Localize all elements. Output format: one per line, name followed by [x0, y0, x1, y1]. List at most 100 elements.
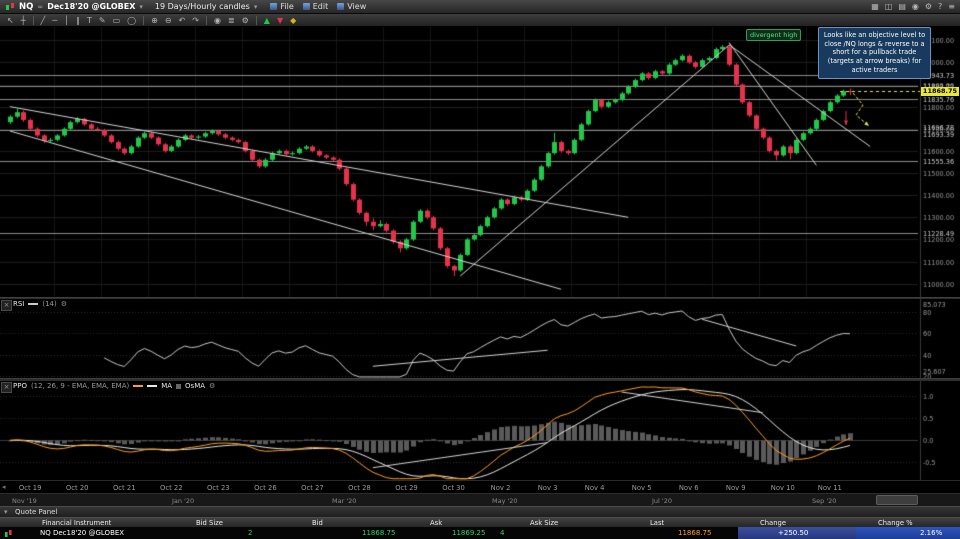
x-axis: ◂ Oct 19 Oct 20 Oct 21 Oct 22 Oct 23 Oct 26 Oc… [0, 480, 960, 493]
horizontal-line-tool-icon[interactable]: ─ [52, 14, 57, 27]
quote-panel-collapse-icon[interactable]: ▾ [4, 508, 8, 516]
instrument-name: NQ Dec18'20 @GLOBEX [40, 529, 125, 537]
x-axis-label: Oct 20 [65, 484, 89, 492]
x-axis-label: Oct 26 [254, 484, 277, 492]
x-axis-label: Nov 9 [725, 484, 746, 492]
text-tool-icon[interactable]: T [87, 14, 92, 27]
drawing-toolbar: ↖ ┼ ╱ ─ │ ∥ T ✎ ▭ ◯ ⊕ ⊖ ↶ ↷ ◉ ≣ ⚙ ▲ ▼ ◆ [0, 14, 960, 27]
ellipse-tool-icon[interactable]: ◯ [127, 14, 136, 27]
x-axis-label: Oct 30 [442, 484, 465, 492]
menu-view[interactable]: View [337, 2, 366, 11]
col-change-pct[interactable]: Change % [878, 519, 913, 527]
menu-file-icon [270, 3, 278, 10]
last-value: 11868.75 [678, 529, 712, 537]
crosshair-tool-icon[interactable]: ┼ [21, 14, 26, 27]
menu-file[interactable]: File [270, 2, 294, 11]
rsi-label: RSI [13, 300, 25, 308]
x-axis-label: Oct 19 [18, 484, 42, 492]
help-icon[interactable]: ? [938, 2, 942, 11]
col-last[interactable]: Last [650, 519, 664, 527]
col-change[interactable]: Change [760, 519, 786, 527]
x-axis-label: Oct 29 [395, 484, 418, 492]
indicator-settings-icon[interactable]: ⚙ [242, 14, 249, 27]
ppo-panel-canvas[interactable] [0, 381, 960, 480]
x-axis-label: Oct 21 [112, 484, 136, 492]
buy-marker-icon[interactable]: ▲ [264, 14, 270, 27]
new-window-icon[interactable]: ◫ [885, 2, 893, 11]
draw-tool-icon[interactable]: ✎ [99, 14, 106, 27]
vertical-line-tool-icon[interactable]: │ [64, 14, 69, 27]
menu-edit[interactable]: Edit [302, 2, 328, 11]
timeline-scroll-thumb[interactable] [876, 495, 918, 505]
channel-tool-icon[interactable]: ∥ [76, 14, 80, 27]
col-bid[interactable]: Bid [312, 519, 323, 527]
trendline-tool-icon[interactable]: ╱ [41, 14, 46, 27]
symbol-dropdown-arrow[interactable]: ▾ [139, 3, 143, 11]
timeframe-selector[interactable]: 19 Days/Hourly candles [155, 2, 250, 11]
ppo-osma-sample-icon [176, 383, 182, 389]
instrument-candle-icon [5, 530, 12, 537]
col-bid-size[interactable]: Bid Size [196, 519, 223, 527]
zoom-out-icon[interactable]: ⊖ [165, 14, 172, 27]
titlebar-right-icons: ▦ ◫ ▤ ◉ ⚙? ≡ [871, 2, 955, 11]
change-pct-cell-background [856, 527, 960, 539]
menu-bar: File Edit View [261, 2, 366, 11]
rsi-line-sample-icon [28, 303, 39, 305]
change-pct-value: 2.16% [920, 529, 943, 537]
undo-icon[interactable]: ↶ [179, 14, 186, 27]
settings-gear-icon[interactable]: ⚙ [925, 2, 932, 11]
snapshot-icon[interactable]: ◉ [912, 2, 919, 11]
timeframe-dropdown-arrow[interactable]: ▾ [254, 3, 258, 11]
symbol-label: NQ [19, 1, 34, 12]
timeline-label: Sep '20 [812, 497, 837, 505]
menu-edit-icon [302, 3, 310, 10]
divergent-high-label[interactable]: divergent high [746, 29, 802, 41]
app-menu-icon[interactable]: ≡ [948, 2, 955, 11]
menu-view-icon [337, 3, 345, 10]
menu-file-label: File [280, 2, 294, 11]
x-axis-label: Nov 11 [817, 484, 842, 492]
x-axis-label: Nov 5 [631, 484, 652, 492]
ask-size-value: 4 [500, 529, 505, 537]
rsi-settings-icon[interactable]: ⚙ [61, 300, 67, 308]
col-ask-size[interactable]: Ask Size [530, 519, 558, 527]
zoom-in-icon[interactable]: ⊕ [151, 14, 158, 27]
col-ask[interactable]: Ask [430, 519, 442, 527]
rsi-panel-canvas[interactable] [0, 299, 960, 378]
alert-icon[interactable]: ◆ [290, 14, 296, 27]
contract-label: Dec18'20 @GLOBEX [47, 2, 136, 11]
x-axis-label: Nov 6 [678, 484, 699, 492]
ppo-close-icon[interactable]: × [1, 382, 12, 393]
toolbar-separator [32, 15, 34, 25]
history-timeline-scrollbar[interactable]: Nov '19 Jan '20 Mar '20 May '20 Jul '20 Sep '… [0, 493, 960, 506]
trade-note-annotation[interactable]: Looks like an objective level to close /… [818, 27, 931, 79]
redo-icon[interactable]: ↷ [192, 14, 199, 27]
scroll-left-icon[interactable]: ◂ [2, 483, 6, 491]
layout-grid-icon[interactable]: ▦ [871, 2, 879, 11]
main-price-chart-canvas[interactable] [0, 27, 960, 297]
quote-row[interactable]: NQ Dec18'20 @GLOBEX 2 11868.75 11869.25 … [0, 527, 960, 539]
change-value: +250.50 [778, 529, 809, 537]
ppo-indicator-label: PPO (12, 26, 9 - EMA, EMA, EMA) MA OsMA … [13, 382, 215, 390]
x-axis-label: Oct 23 [207, 484, 230, 492]
ppo-ma-sample-icon [147, 385, 158, 387]
ppo-label: PPO [13, 382, 27, 390]
camera-icon[interactable]: ◉ [214, 14, 221, 27]
col-financial-instrument[interactable]: Financial Instrument [42, 519, 111, 527]
ppo-settings-icon[interactable]: ⚙ [209, 382, 215, 390]
quote-panel-header[interactable]: ▾ Quote Panel [0, 506, 960, 517]
layers-icon[interactable]: ≣ [228, 14, 235, 27]
print-icon[interactable]: ▤ [898, 2, 906, 11]
x-axis-label: Oct 28 [348, 484, 371, 492]
quote-panel-title: Quote Panel [15, 508, 58, 516]
rsi-close-icon[interactable]: × [1, 300, 12, 311]
ppo-line-sample-icon [133, 385, 144, 387]
ppo-params: (12, 26, 9 - EMA, EMA, EMA) [30, 382, 130, 390]
pointer-tool-icon[interactable]: ↖ [7, 14, 14, 27]
trading-app-window: NQ ∞ Dec18'20 @GLOBEX ▾ 19 Days/Hourly c… [0, 0, 960, 539]
app-chart-icon [6, 2, 14, 10]
x-axis-label: Nov 10 [770, 484, 795, 492]
rectangle-tool-icon[interactable]: ▭ [113, 14, 121, 27]
bid-value: 11868.75 [362, 529, 396, 537]
sell-marker-icon[interactable]: ▼ [277, 14, 283, 27]
